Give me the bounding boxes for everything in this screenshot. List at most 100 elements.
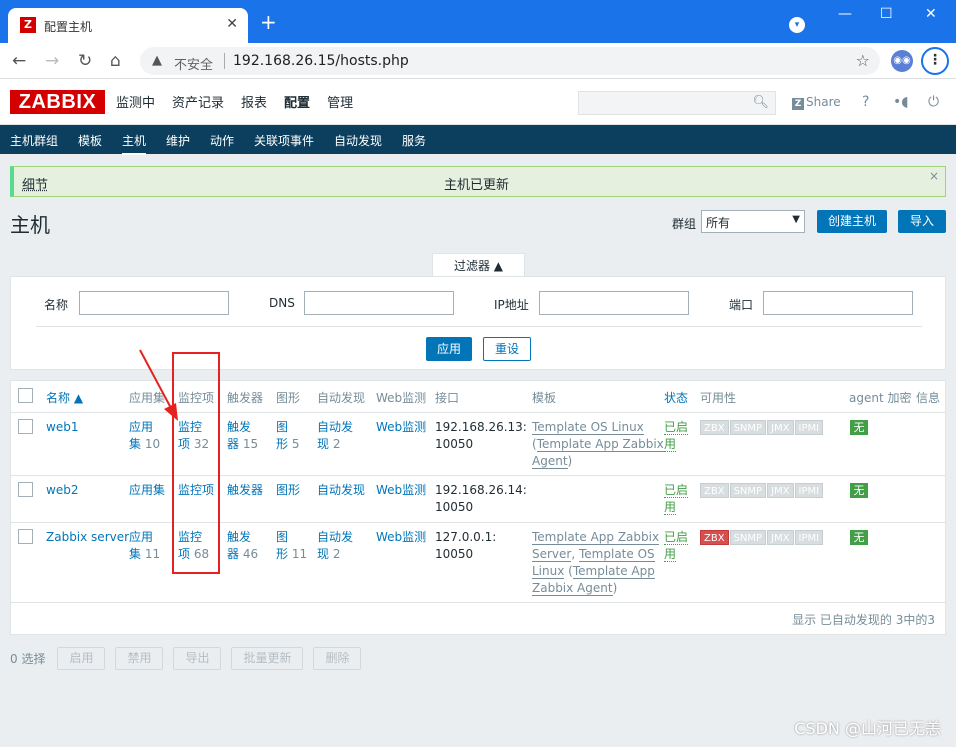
- header-triggers: 触发器: [227, 391, 264, 405]
- selected-count: 0 选择: [10, 652, 46, 666]
- close-message-icon[interactable]: ×: [929, 169, 939, 183]
- header-name[interactable]: 名称 ▲: [46, 389, 83, 406]
- header-interface: 接口: [435, 391, 460, 405]
- header-availability: 可用性: [700, 391, 737, 405]
- submenu-maintenance[interactable]: 维护: [166, 132, 190, 149]
- home-icon[interactable]: ⌂: [110, 51, 121, 71]
- filter-reset-button[interactable]: 重设: [483, 337, 531, 361]
- filter-tab[interactable]: 过滤器 ▲: [432, 253, 525, 277]
- filter-ip-input[interactable]: [539, 291, 689, 315]
- logout-icon[interactable]: ⏻: [928, 94, 939, 110]
- submenu-services[interactable]: 服务: [402, 132, 426, 149]
- status-toggle[interactable]: 已启用: [664, 529, 689, 563]
- mass-actions-bar: 0 选择 启用 禁用 导出 批量更新 删除: [10, 647, 371, 670]
- chevron-down-icon: ▼: [792, 214, 800, 225]
- menu-reports[interactable]: 报表: [241, 92, 267, 111]
- disable-button[interactable]: 禁用: [115, 647, 164, 670]
- ipmi-badge: IPMI: [794, 420, 824, 435]
- filter-port-label: 端口: [729, 298, 754, 312]
- row-checkbox[interactable]: [18, 482, 33, 497]
- url-separator: [224, 53, 225, 69]
- graphs-link[interactable]: 图形 5: [276, 419, 299, 453]
- group-select[interactable]: 所有 ▼: [701, 210, 805, 233]
- new-tab-icon[interactable]: +: [260, 12, 277, 32]
- row-checkbox[interactable]: [18, 419, 33, 434]
- web-link[interactable]: Web监测: [376, 419, 426, 436]
- import-button[interactable]: 导入: [898, 210, 946, 233]
- discovery-link[interactable]: 自动发现: [317, 482, 365, 499]
- status-toggle[interactable]: 已启用: [664, 419, 689, 453]
- availability-badges: ZBX SNMP JMX IPMI: [700, 483, 824, 498]
- discovery-link[interactable]: 自动发现 2: [317, 419, 353, 453]
- graphs-link[interactable]: 图形: [276, 482, 300, 499]
- search-icon[interactable]: 🔍︎: [752, 95, 769, 110]
- submenu-correlation[interactable]: 关联项事件: [254, 132, 314, 149]
- filter-dns-input[interactable]: [304, 291, 454, 315]
- search-input[interactable]: 🔍︎: [578, 91, 776, 115]
- encryption-badge: 无: [850, 483, 868, 498]
- mass-update-button[interactable]: 批量更新: [231, 647, 304, 670]
- menu-configuration[interactable]: 配置: [284, 92, 310, 111]
- browser-profile-icon[interactable]: ▾: [789, 17, 805, 33]
- help-icon[interactable]: ?: [862, 94, 869, 110]
- menu-administration[interactable]: 管理: [327, 92, 353, 111]
- header-status[interactable]: 状态: [664, 389, 688, 406]
- triggers-link[interactable]: 触发器 15: [227, 419, 258, 453]
- close-window-icon[interactable]: ✕: [925, 6, 937, 22]
- header-info: 信息: [916, 391, 941, 405]
- back-icon[interactable]: ←: [12, 51, 26, 71]
- forward-icon[interactable]: →: [45, 51, 59, 71]
- delete-button[interactable]: 删除: [313, 647, 362, 670]
- create-host-button[interactable]: 创建主机: [817, 210, 887, 233]
- host-name-link[interactable]: Zabbix server: [46, 529, 129, 546]
- minimize-icon[interactable]: —: [838, 6, 852, 22]
- reload-icon[interactable]: ↻: [78, 51, 92, 71]
- triggers-link[interactable]: 触发器: [227, 482, 263, 499]
- extension-icon[interactable]: ◉◉: [891, 50, 913, 72]
- host-name-link[interactable]: web2: [46, 482, 78, 499]
- templates-list: Template App Zabbix Server, Template OS Li…: [532, 530, 660, 596]
- enable-button[interactable]: 启用: [57, 647, 106, 670]
- triggers-link[interactable]: 触发器 46: [227, 529, 258, 563]
- url-field[interactable]: ▲ 不安全 192.168.26.15/hosts.php ☆: [140, 47, 880, 75]
- filter-dns-label: DNS: [269, 296, 295, 310]
- submenu: 主机群组 模板 主机 维护 动作 关联项事件 自动发现 服务: [0, 125, 956, 155]
- maximize-icon[interactable]: ☐: [880, 6, 893, 22]
- share-label: Share: [806, 95, 841, 109]
- bookmark-star-icon[interactable]: ☆: [856, 51, 870, 70]
- submenu-actions[interactable]: 动作: [210, 132, 234, 149]
- menu-monitoring[interactable]: 监测中: [116, 92, 155, 111]
- user-profile-icon[interactable]: •◖: [893, 94, 909, 110]
- web-link[interactable]: Web监测: [376, 529, 426, 546]
- share-link[interactable]: Z Share: [792, 95, 841, 110]
- web-link[interactable]: Web监测: [376, 482, 426, 499]
- menu-inventory[interactable]: 资产记录: [172, 92, 224, 111]
- export-button[interactable]: 导出: [173, 647, 222, 670]
- filter-port-input[interactable]: [763, 291, 913, 315]
- submenu-discovery[interactable]: 自动发现: [334, 132, 382, 149]
- templates-list: Template OS Linux (Template App Zabbix Age…: [532, 420, 664, 469]
- applications-link[interactable]: 应用集 11: [129, 529, 160, 563]
- filter-apply-button[interactable]: 应用: [426, 337, 472, 361]
- applications-link[interactable]: 应用集: [129, 482, 165, 499]
- group-label: 群组: [672, 217, 697, 231]
- submenu-templates[interactable]: 模板: [78, 132, 102, 149]
- row-checkbox[interactable]: [18, 529, 33, 544]
- browser-tabbar: Z 配置主机 ✕ + ▾ — ☐ ✕: [0, 0, 956, 43]
- select-all-checkbox[interactable]: [18, 388, 33, 403]
- filter-name-label: 名称: [44, 298, 69, 312]
- close-tab-icon[interactable]: ✕: [226, 16, 238, 32]
- status-toggle[interactable]: 已启用: [664, 482, 689, 516]
- filter-name-input[interactable]: [79, 291, 229, 315]
- browser-tab[interactable]: Z 配置主机 ✕: [8, 8, 248, 43]
- discovery-link[interactable]: 自动发现 2: [317, 529, 353, 563]
- zabbix-logo[interactable]: ZABBIX: [10, 90, 105, 114]
- message-details-link[interactable]: 细节: [22, 174, 48, 193]
- submenu-hosts[interactable]: 主机: [122, 132, 147, 155]
- graphs-link[interactable]: 图形 11: [276, 529, 307, 563]
- jmx-badge: JMX: [767, 420, 794, 435]
- submenu-host-groups[interactable]: 主机群组: [10, 132, 58, 149]
- browser-menu-icon[interactable]: ⋮: [921, 47, 949, 75]
- host-name-link[interactable]: web1: [46, 419, 78, 436]
- annotation-arrow-icon: [139, 349, 178, 421]
